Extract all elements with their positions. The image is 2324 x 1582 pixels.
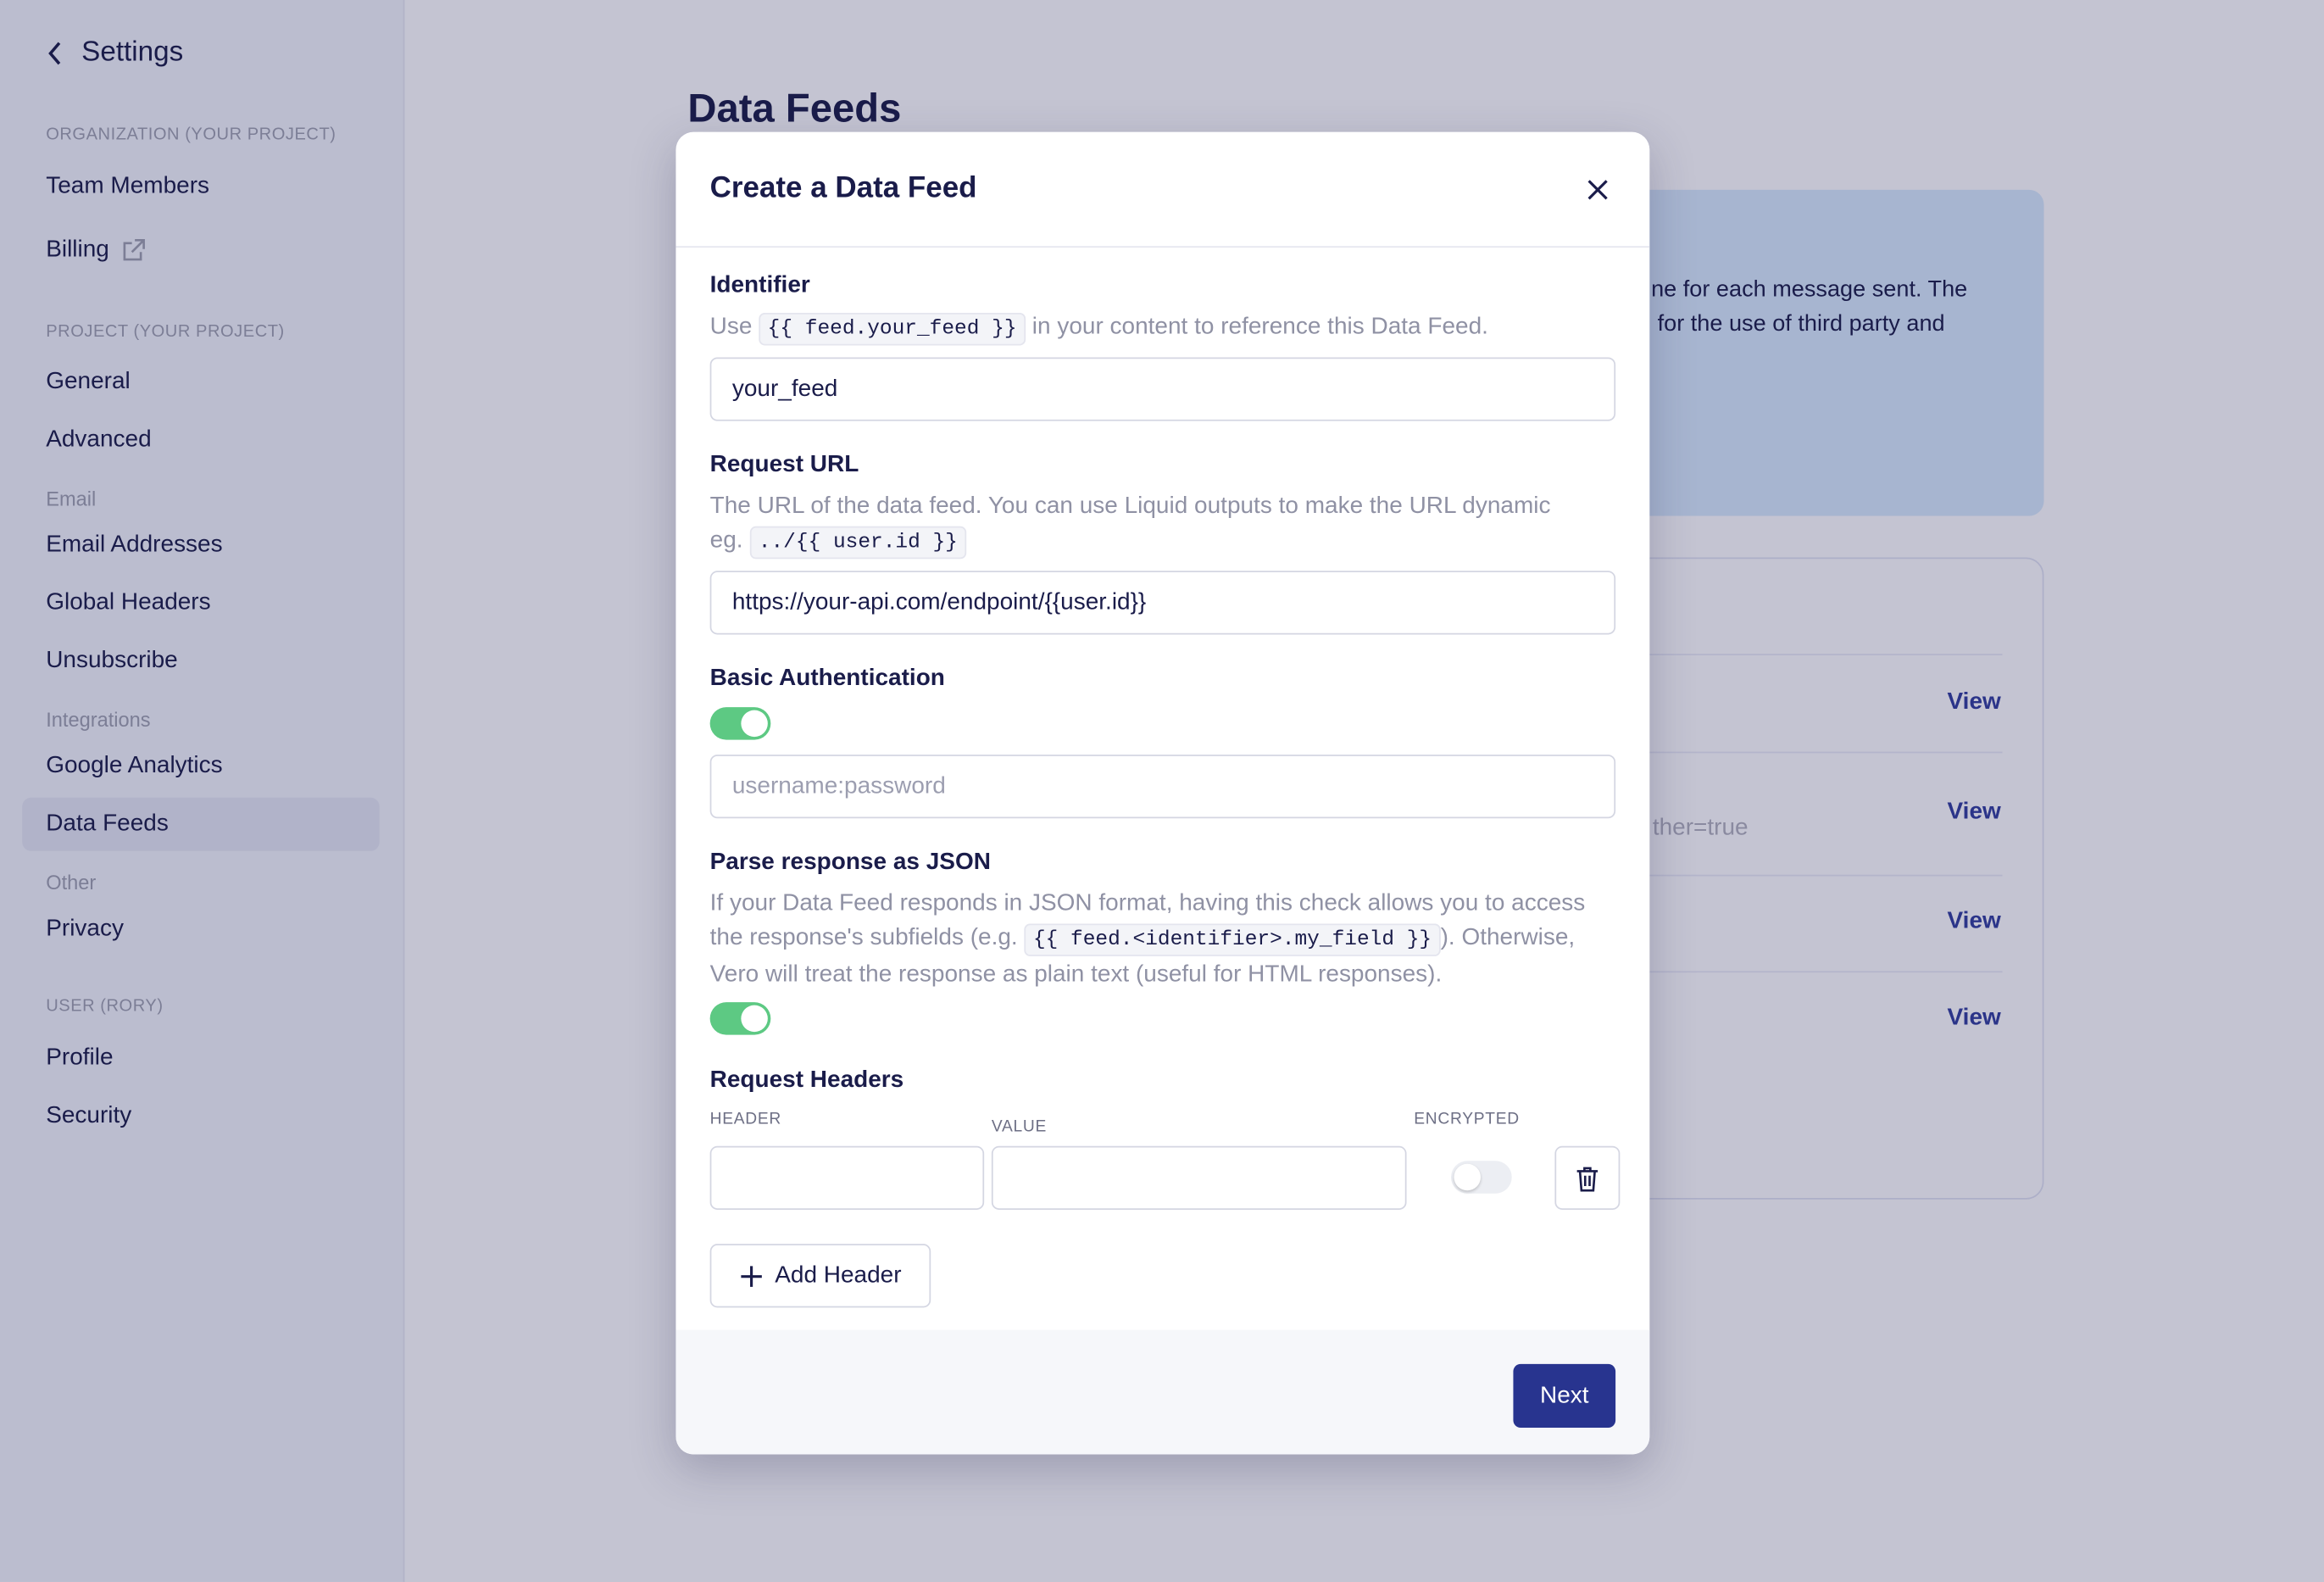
info-box: ne for each message sent. The for the us…	[1600, 189, 2044, 516]
chevron-left-icon	[48, 42, 61, 65]
header-column-label: HEADER	[709, 1110, 782, 1128]
sidebar-item-label: Privacy	[46, 916, 124, 942]
header-name-input[interactable]	[709, 1145, 985, 1210]
next-button[interactable]: Next	[1513, 1363, 1616, 1429]
plus-icon	[741, 1265, 762, 1287]
sidebar-item-label: Data Feeds	[46, 810, 169, 837]
section-heading-project: PROJECT (YOUR PROJECT)	[46, 323, 285, 342]
encrypted-toggle[interactable]	[1450, 1161, 1512, 1194]
view-link[interactable]: View	[1948, 689, 2001, 716]
sidebar-item-label: Team Members	[46, 173, 210, 199]
identifier-input[interactable]	[709, 357, 1616, 421]
sidebar-item-label: Security	[46, 1103, 132, 1128]
sidebar-item-label: Advanced	[46, 426, 152, 453]
basic-auth-toggle[interactable]	[709, 707, 771, 740]
row-divider	[1602, 654, 2003, 655]
value-column-label: VALUE	[991, 1117, 1048, 1136]
section-heading-user: USER (RORY)	[46, 997, 164, 1016]
sidebar-item-label: Profile	[46, 1044, 114, 1071]
subheading-email: Email	[46, 487, 97, 510]
sidebar-item-label: Billing	[46, 237, 109, 263]
data-feeds-list: View View ther=true View View	[1600, 557, 2044, 1200]
basic-auth-input[interactable]	[709, 755, 1616, 819]
info-text-line: for the use of third party and	[1651, 311, 1945, 337]
code-snippet: {{ feed.<identifier>.my_field }}	[1024, 923, 1441, 956]
request-url-label: Request URL	[709, 452, 859, 478]
subheading-other: Other	[46, 872, 97, 894]
delete-header-button[interactable]	[1554, 1145, 1621, 1210]
sidebar: Settings ORGANIZATION (YOUR PROJECT) Tea…	[0, 0, 405, 1582]
identifier-help: Use {{ feed.your_feed }} in your content…	[710, 309, 1621, 347]
back-to-settings[interactable]: Settings	[46, 37, 183, 70]
request-headers-label: Request Headers	[709, 1067, 904, 1093]
header-value-input[interactable]	[991, 1145, 1407, 1210]
section-heading-organization: ORGANIZATION (YOUR PROJECT)	[46, 125, 336, 144]
page-title: Data Feeds	[687, 86, 902, 131]
sidebar-item-team-members[interactable]: Team Members	[22, 160, 379, 214]
sidebar-item-label: General	[46, 369, 131, 395]
code-snippet: ../{{ user.id }}	[749, 526, 967, 560]
row-divider	[1602, 971, 2003, 973]
sidebar-item-security[interactable]: Security	[22, 1089, 379, 1143]
basic-auth-label: Basic Authentication	[709, 666, 945, 691]
request-url-input[interactable]	[709, 571, 1616, 635]
external-link-icon	[123, 238, 145, 261]
sidebar-item-label: Email Addresses	[46, 532, 223, 558]
add-header-label: Add Header	[775, 1262, 902, 1288]
sidebar-item-global-headers[interactable]: Global Headers	[22, 577, 379, 630]
sidebar-item-label: Global Headers	[46, 589, 211, 616]
feed-url-partial: ther=true	[1652, 815, 1749, 841]
sidebar-item-privacy[interactable]: Privacy	[22, 903, 379, 956]
sidebar-item-general[interactable]: General	[22, 356, 379, 409]
sidebar-item-data-feeds[interactable]: Data Feeds	[22, 797, 380, 851]
row-divider	[1602, 751, 2003, 754]
parse-json-help: If your Data Feed responds in JSON forma…	[709, 890, 1586, 988]
close-icon	[1587, 179, 1608, 199]
encrypted-column-label: ENCRYPTED	[1414, 1110, 1520, 1128]
view-link[interactable]: View	[1948, 909, 2001, 935]
sidebar-item-label: Google Analytics	[46, 753, 223, 779]
close-button[interactable]	[1580, 171, 1615, 207]
settings-label: Settings	[81, 36, 184, 69]
info-text-line: ne for each message sent. The	[1651, 277, 1968, 303]
subheading-integrations: Integrations	[46, 708, 151, 732]
sidebar-item-unsubscribe[interactable]: Unsubscribe	[22, 634, 379, 688]
row-divider	[1602, 874, 2003, 877]
create-data-feed-modal: Create a Data Feed Identifier Use {{ fee…	[676, 131, 1650, 1455]
sidebar-item-profile[interactable]: Profile	[22, 1032, 379, 1085]
sidebar-item-google-analytics[interactable]: Google Analytics	[22, 740, 379, 794]
parse-json-toggle[interactable]	[709, 1002, 771, 1035]
trash-icon	[1576, 1166, 1598, 1191]
modal-title: Create a Data Feed	[709, 171, 977, 205]
parse-json-label: Parse response as JSON	[709, 849, 991, 875]
sidebar-item-advanced[interactable]: Advanced	[22, 414, 379, 467]
sidebar-item-email-addresses[interactable]: Email Addresses	[22, 519, 379, 572]
view-link[interactable]: View	[1948, 799, 2001, 826]
identifier-label: Identifier	[709, 272, 810, 298]
view-link[interactable]: View	[1948, 1005, 2001, 1032]
code-snippet: {{ feed.your_feed }}	[759, 312, 1026, 346]
request-url-help: The URL of the data feed. You can use Li…	[710, 489, 1621, 560]
sidebar-item-billing[interactable]: Billing	[22, 224, 379, 277]
add-header-button[interactable]: Add Header	[709, 1244, 931, 1308]
sidebar-item-label: Unsubscribe	[46, 648, 178, 673]
modal-footer: Next	[676, 1329, 1650, 1455]
